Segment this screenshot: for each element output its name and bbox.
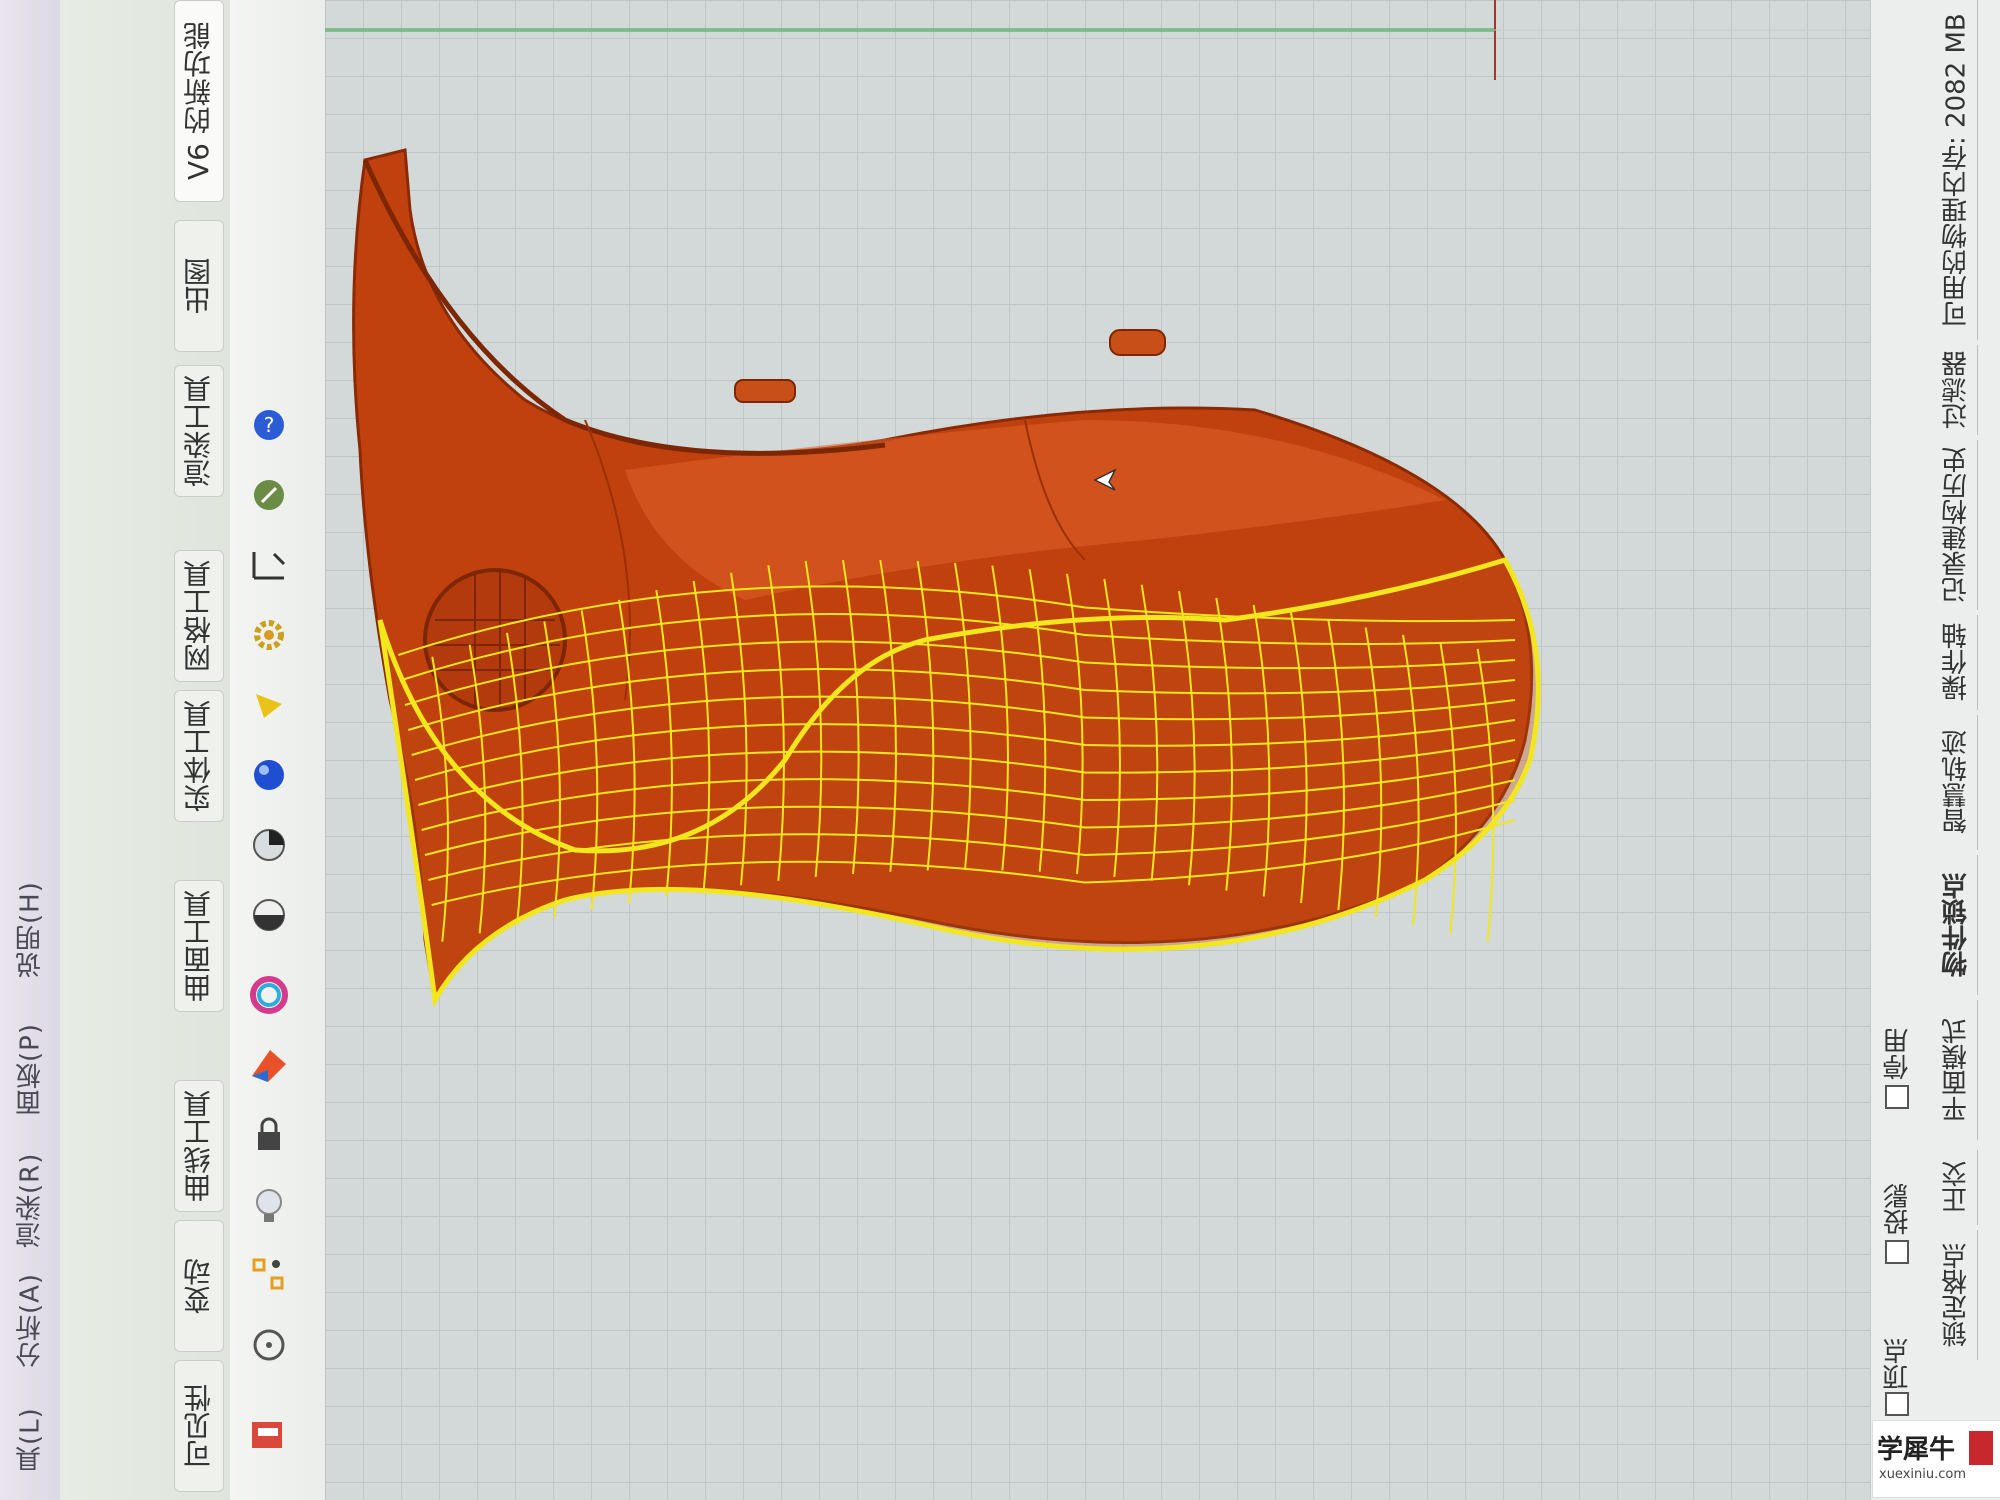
tab-visibility[interactable]: 可见性 xyxy=(174,1360,224,1492)
menu-analyze[interactable]: 分析(A) xyxy=(6,1260,54,1380)
watermark-seal xyxy=(1969,1431,1993,1465)
sphere-half-icon[interactable] xyxy=(244,890,294,940)
dimension-icon[interactable] xyxy=(244,540,294,590)
osnap-disable-checkbox[interactable] xyxy=(1885,1085,1909,1109)
globe-arrow-icon[interactable] xyxy=(244,470,294,520)
svg-text:?: ? xyxy=(264,413,275,437)
3d-model-scene xyxy=(325,0,1870,1008)
triangle-flag-icon[interactable] xyxy=(244,680,294,730)
gumball-toggle[interactable]: 操作轴 xyxy=(1935,615,1978,710)
watermark-url: xuexiniu.com xyxy=(1879,1467,1966,1482)
menu-panels[interactable]: 面板(P) xyxy=(6,1010,54,1130)
circle-point-icon[interactable] xyxy=(244,1320,294,1370)
tool-icon-column: ? xyxy=(230,0,326,1500)
tab-solid-tools[interactable]: 实体工具 xyxy=(174,690,224,822)
menu-help[interactable]: 说明(H) xyxy=(6,870,54,990)
ortho-toggle[interactable]: 正交 xyxy=(1935,1150,1978,1225)
menu-tools[interactable]: 具(L) xyxy=(6,1390,54,1490)
help-icon[interactable]: ? xyxy=(244,400,294,450)
perspective-viewport[interactable] xyxy=(325,0,1870,1500)
surface-material-icon[interactable] xyxy=(244,1040,294,1090)
osnap-disable-label[interactable]: 停用 xyxy=(1879,1000,1916,1080)
tab-layout[interactable]: 出图 xyxy=(174,220,224,352)
osnap-project-label[interactable]: 投影 xyxy=(1879,1155,1916,1235)
blue-sphere-icon[interactable] xyxy=(244,750,294,800)
osnap-vertex-label[interactable]: 顶点 xyxy=(1879,1310,1916,1390)
tab-transform[interactable]: 变动 xyxy=(174,1220,224,1352)
planar-toggle[interactable]: 平面模式 xyxy=(1935,1000,1978,1140)
lock-icon[interactable] xyxy=(244,1110,294,1160)
toolbar-tab-strip: 可见性 变动 曲线工具 曲面工具 实体工具 网格工具 渲染工具 出图 V6 的新… xyxy=(60,0,231,1500)
gear-settings-icon[interactable] xyxy=(244,610,294,660)
menu-bar: 具(L) 分析(A) 渲染(R) 面板(P) 说明(H) xyxy=(0,0,60,1500)
light-bulb-icon[interactable] xyxy=(244,1180,294,1230)
smart-track-toggle[interactable]: 智慧轨迹 xyxy=(1935,715,1978,850)
grid-snap-toggle[interactable]: 锁定格点 xyxy=(1935,1230,1978,1360)
watermark-text: 学犀牛 xyxy=(1877,1435,1956,1465)
filter-toggle[interactable]: 过滤器 xyxy=(1935,345,1978,435)
color-wheel-icon[interactable] xyxy=(244,970,294,1020)
menu-render[interactable]: 渲染(R) xyxy=(6,1140,54,1260)
snap-points-icon[interactable] xyxy=(244,1250,294,1300)
record-history-toggle[interactable]: 记录建构历史 xyxy=(1935,440,1978,610)
osnap-toggle[interactable]: 物件锁点 xyxy=(1935,855,1978,995)
memory-readout: 可用的物理内存: 2082 MB xyxy=(1935,0,1978,340)
sphere-quarter-icon[interactable] xyxy=(244,820,294,870)
tab-surface-tools[interactable]: 曲面工具 xyxy=(174,880,224,1012)
watermark-logo: 学犀牛 xuexiniu.com xyxy=(1872,1420,2000,1498)
osnap-vertex-checkbox[interactable] xyxy=(1885,1392,1909,1416)
tab-render-tools[interactable]: 渲染工具 xyxy=(174,365,224,497)
tab-curve-tools[interactable]: 曲线工具 xyxy=(174,1080,224,1212)
osnap-project-checkbox[interactable] xyxy=(1885,1240,1909,1264)
tab-mesh-tools[interactable]: 网格工具 xyxy=(174,550,224,682)
tab-v6-new[interactable]: V6 的新功能 xyxy=(174,0,224,202)
status-bar: 点 顶点 投影 停用 锁定格点 正交 平面模式 物件锁点 智慧轨迹 操作轴 记录… xyxy=(1870,0,2000,1500)
render-icon[interactable] xyxy=(244,1410,294,1460)
